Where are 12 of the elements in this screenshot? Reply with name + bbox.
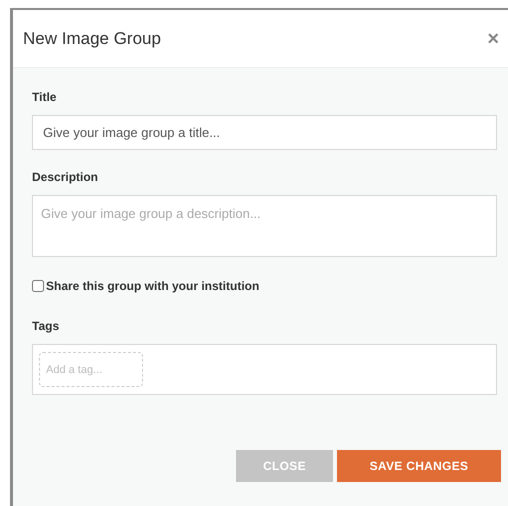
share-label: Share this group with your institution — [46, 278, 260, 295]
save-button[interactable]: SAVE CHANGES — [337, 450, 501, 482]
field-label: Title — [32, 89, 58, 106]
description-field[interactable]: Give your image group a description... — [32, 195, 497, 257]
close-button[interactable]: CLOSE — [236, 450, 333, 482]
field-label: Tags — [32, 318, 60, 335]
share-checkbox[interactable] — [32, 280, 44, 292]
dialog-title: New Image Group — [23, 28, 161, 50]
tag-input[interactable]: Add a tag... — [39, 352, 143, 387]
tags-field[interactable]: Add a tag... — [32, 344, 497, 395]
field-label: Description — [32, 169, 100, 186]
title-field[interactable]: Give your image group a title... — [32, 115, 497, 150]
